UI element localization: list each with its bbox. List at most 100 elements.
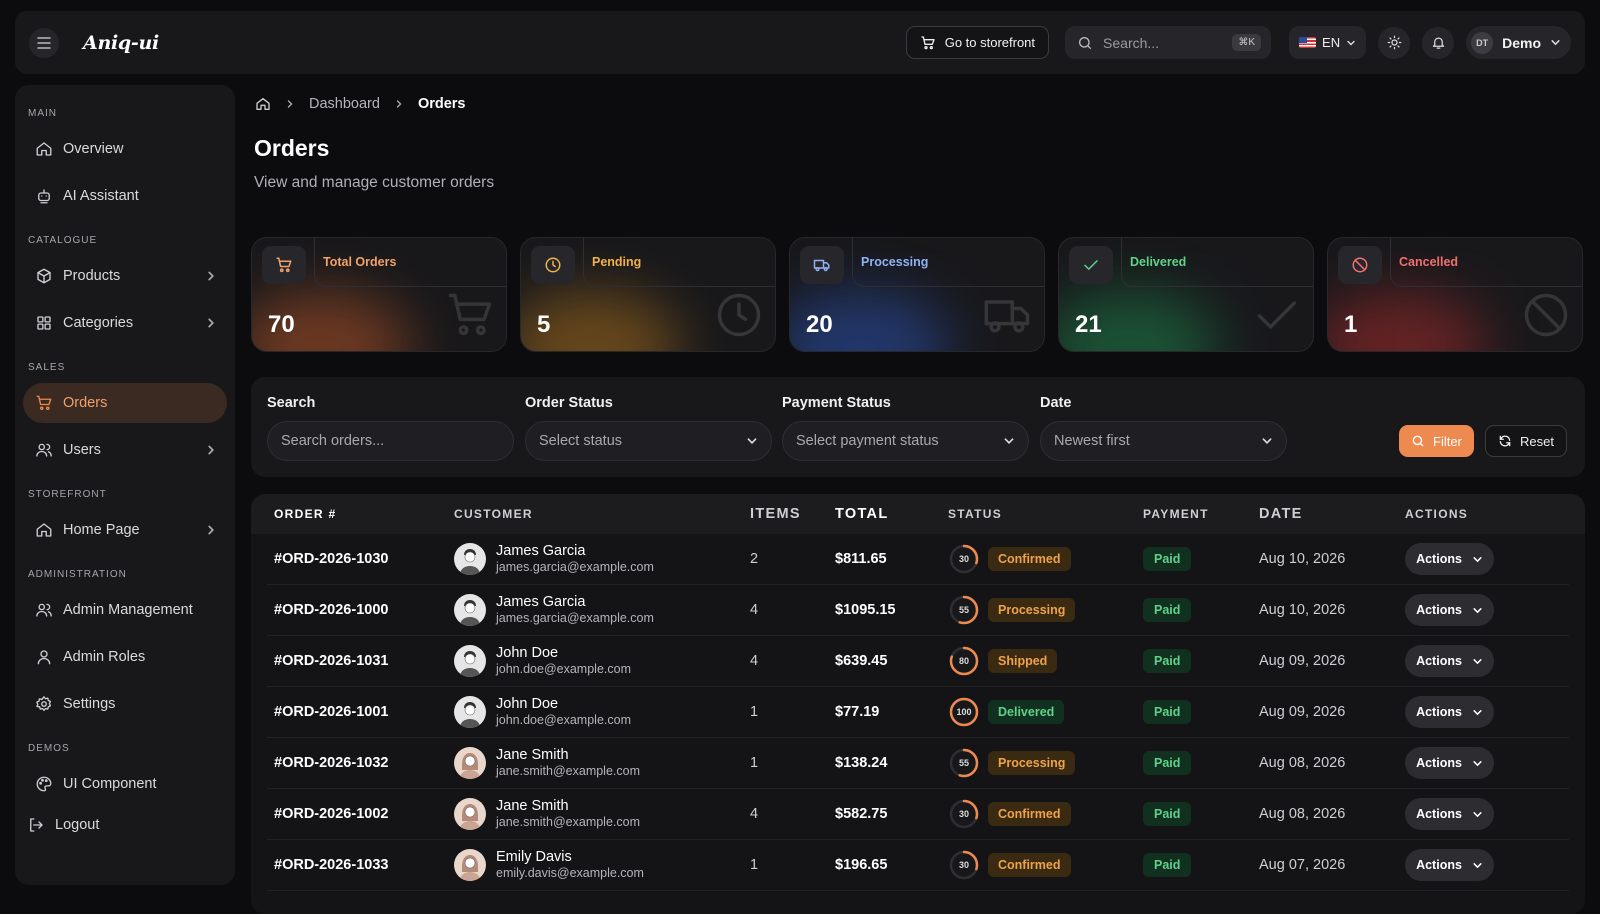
home-icon[interactable] — [255, 96, 271, 112]
chevron-right-icon — [208, 318, 214, 328]
global-search-input[interactable]: Search... ⌘K — [1065, 26, 1272, 59]
check-icon — [1084, 260, 1098, 270]
sidebar-item-label: Home Page — [63, 522, 140, 538]
reset-button-label: Reset — [1520, 433, 1554, 449]
order-total: $196.65 — [835, 857, 888, 873]
sidebar-item-home-page[interactable]: Home Page — [23, 510, 227, 550]
progress-ring: 30 — [948, 543, 980, 575]
stats-row: Total Orders 70 Pending 5 Processing 20 … — [251, 237, 1583, 352]
language-code: EN — [1322, 35, 1341, 50]
bot-icon — [38, 189, 50, 204]
status-badge: Processing — [988, 598, 1076, 622]
order-status-select[interactable]: Select status — [525, 421, 772, 461]
actions-dropdown-button[interactable]: Actions — [1405, 594, 1494, 626]
chevron-down-icon — [1262, 438, 1272, 444]
sidebar-item-label: Orders — [63, 395, 108, 411]
status-cell: 55 Processing — [948, 747, 1143, 779]
table-row[interactable]: #ORD-2026-1031 John Doe john.doe@example… — [267, 636, 1569, 687]
actions-dropdown-button[interactable]: Actions — [1405, 849, 1494, 881]
status-cell: 100 Delivered — [948, 696, 1143, 728]
breadcrumb-dashboard-link[interactable]: Dashboard — [309, 96, 380, 112]
sidebar-item-users[interactable]: Users — [23, 430, 227, 470]
payment-status-value: Select payment status — [796, 433, 939, 449]
sidebar-item-products[interactable]: Products — [23, 256, 227, 296]
sidebar-item-orders[interactable]: Orders — [23, 383, 227, 423]
actions-dropdown-button[interactable]: Actions — [1405, 543, 1494, 575]
date-sort-select[interactable]: Newest first — [1040, 421, 1287, 461]
search-shortcut-hint: ⌘K — [1232, 34, 1262, 51]
table-header: ORDER # CUSTOMER ITEMS TOTAL STATUS PAYMENT DA… — [251, 494, 1585, 534]
table-row[interactable]: #ORD-2026-1001 John Doe john.doe@example… — [267, 687, 1569, 738]
order-number[interactable]: #ORD-2026-1002 — [267, 806, 454, 822]
reset-button[interactable]: Reset — [1485, 425, 1567, 457]
table-row[interactable]: #ORD-2026-1000 James Garcia james.garcia… — [267, 585, 1569, 636]
logout-button[interactable]: Logout — [23, 805, 227, 845]
payment-cell: Paid — [1143, 751, 1259, 775]
actions-dropdown-button[interactable]: Actions — [1405, 696, 1494, 728]
order-date: Aug 07, 2026 — [1259, 857, 1346, 873]
actions-dropdown-button[interactable]: Actions — [1405, 645, 1494, 677]
status-cell: 80 Shipped — [948, 645, 1143, 677]
actions-cell: Actions — [1405, 645, 1525, 677]
sidebar-item-overview[interactable]: Overview — [23, 129, 227, 169]
stat-card-processing: Processing 20 — [789, 237, 1045, 352]
payment-status-select[interactable]: Select payment status — [782, 421, 1029, 461]
stat-value: 70 — [268, 311, 295, 338]
app-logo[interactable]: Aniq-ui — [83, 32, 159, 54]
sidebar-item-categories[interactable]: Categories — [23, 303, 227, 343]
sidebar-item-ui-component[interactable]: UI Component — [23, 764, 227, 804]
chevron-right-icon — [287, 100, 293, 108]
order-date: Aug 09, 2026 — [1259, 704, 1346, 720]
filter-button-label: Filter — [1433, 433, 1462, 449]
actions-dropdown-button[interactable]: Actions — [1405, 747, 1494, 779]
table-row[interactable]: #ORD-2026-1033 Emily Davis emily.davis@e… — [267, 840, 1569, 891]
gear-icon — [36, 696, 52, 712]
order-number[interactable]: #ORD-2026-1000 — [267, 602, 454, 618]
chevron-down-icon — [747, 438, 757, 444]
sidebar-item-settings[interactable]: Settings — [23, 684, 227, 724]
refresh-icon — [1499, 435, 1511, 447]
chevron-right-icon — [208, 445, 214, 455]
stat-card-pending: Pending 5 — [520, 237, 776, 352]
table-body: #ORD-2026-1030 James Garcia james.garcia… — [251, 534, 1585, 891]
menu-toggle-button[interactable] — [29, 27, 59, 58]
theme-toggle-button[interactable] — [1378, 26, 1411, 59]
chevron-down-icon — [1473, 709, 1482, 715]
order-date: Aug 08, 2026 — [1259, 806, 1346, 822]
order-total: $639.45 — [835, 653, 888, 669]
actions-label: Actions — [1416, 552, 1462, 566]
sidebar-item-admin-management[interactable]: Admin Management — [23, 590, 227, 630]
order-number[interactable]: #ORD-2026-1030 — [267, 551, 454, 567]
sidebar-item-ai-assistant[interactable]: AI Assistant — [23, 176, 227, 216]
payment-badge: Paid — [1143, 751, 1192, 775]
search-orders-input[interactable]: Search orders... — [267, 421, 514, 461]
order-number[interactable]: #ORD-2026-1032 — [267, 755, 454, 771]
status-cell: 30 Confirmed — [948, 849, 1143, 881]
order-number[interactable]: #ORD-2026-1001 — [267, 704, 454, 720]
actions-label: Actions — [1416, 705, 1462, 719]
hamburger-icon — [37, 36, 51, 49]
stat-card-delivered: Delivered 21 — [1058, 237, 1314, 352]
actions-cell: Actions — [1405, 849, 1525, 881]
table-row[interactable]: #ORD-2026-1002 Jane Smith jane.smith@exa… — [267, 789, 1569, 840]
chevron-down-icon — [1551, 40, 1560, 46]
customer-email: john.doe@example.com — [496, 713, 631, 727]
sidebar-item-admin-roles[interactable]: Admin Roles — [23, 637, 227, 677]
user-menu-button[interactable]: DT Demo — [1466, 26, 1571, 59]
sidebar-section-label: STOREFRONT — [28, 488, 107, 500]
search-filter: Search Search orders... — [267, 395, 514, 461]
order-number[interactable]: #ORD-2026-1031 — [267, 653, 454, 669]
filter-button[interactable]: Filter — [1399, 425, 1474, 457]
grid-icon — [37, 316, 51, 330]
chevron-right-icon — [396, 100, 402, 108]
orders-table: ORDER # CUSTOMER ITEMS TOTAL STATUS PAYMENT DA… — [251, 494, 1585, 914]
table-row[interactable]: #ORD-2026-1032 Jane Smith jane.smith@exa… — [267, 738, 1569, 789]
table-row[interactable]: #ORD-2026-1030 James Garcia james.garcia… — [267, 534, 1569, 585]
actions-dropdown-button[interactable]: Actions — [1405, 798, 1494, 830]
go-to-storefront-button[interactable]: Go to storefront — [905, 26, 1050, 59]
notifications-button[interactable] — [1422, 26, 1455, 59]
date-filter: Date Newest first — [1040, 395, 1287, 461]
order-number[interactable]: #ORD-2026-1033 — [267, 857, 454, 873]
language-selector[interactable]: EN — [1289, 26, 1367, 59]
status-badge: Shipped — [988, 649, 1058, 673]
